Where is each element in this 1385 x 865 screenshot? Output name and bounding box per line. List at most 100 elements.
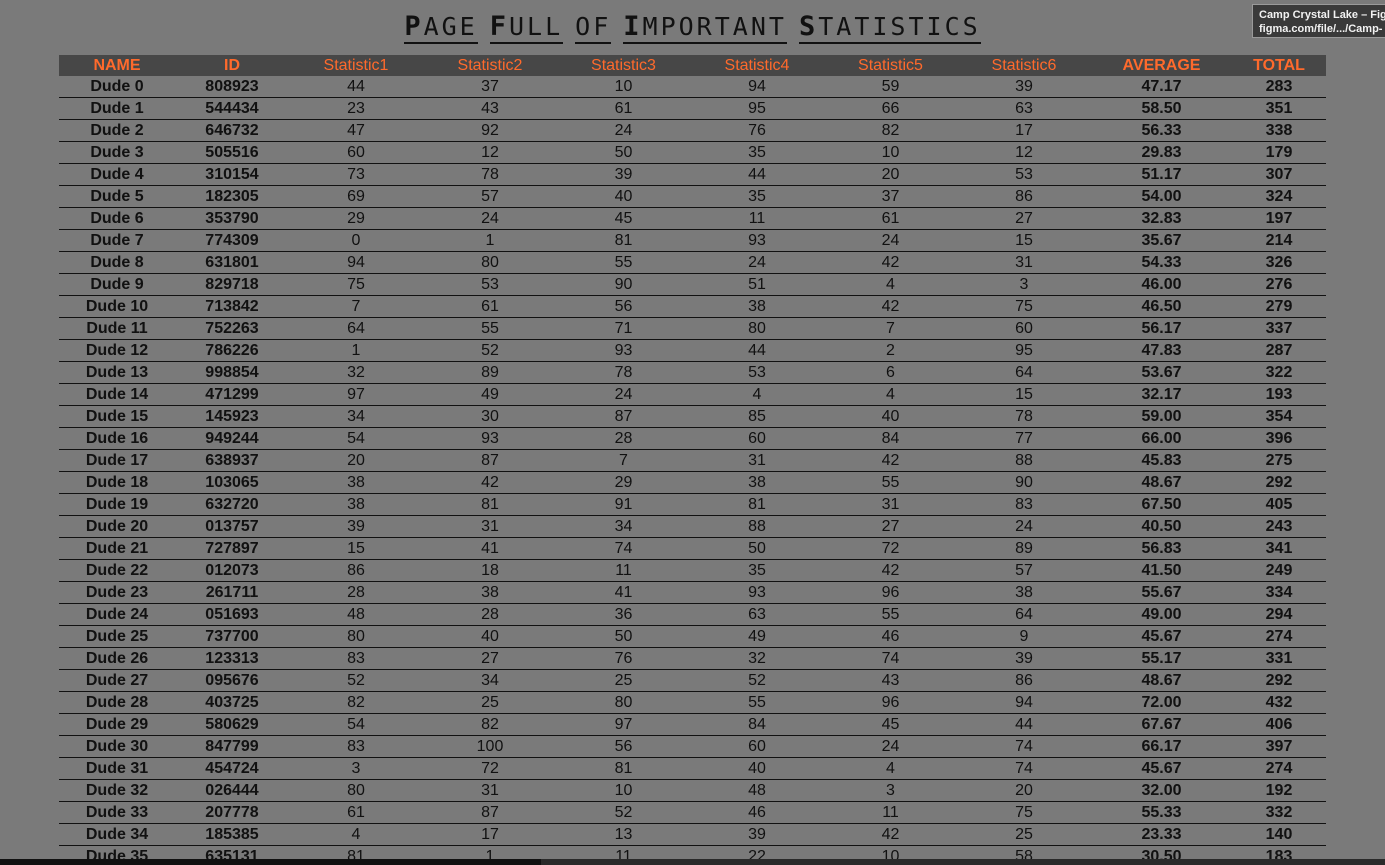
cell-statistic2: 43 [423,97,557,120]
table-row: Dude 26 123313 83 27 76 32 74 39 55.17 331 [59,647,1326,670]
cell-id: 123313 [175,647,289,670]
cell-average: 45.67 [1091,625,1232,648]
cell-statistic4: 63 [690,603,824,626]
cell-statistic6: 64 [957,603,1091,626]
cell-statistic2: 52 [423,339,557,362]
table-row: Dude 27 095676 52 34 25 52 43 86 48.67 292 [59,669,1326,692]
cell-id: 774309 [175,229,289,252]
cell-statistic2: 87 [423,449,557,472]
cell-statistic2: 81 [423,493,557,516]
cell-statistic3: 93 [557,339,690,362]
cell-statistic4: 35 [690,559,824,582]
cell-statistic3: 45 [557,207,690,230]
cell-statistic5: 4 [824,383,957,406]
table-row: Dude 21 727897 15 41 74 50 72 89 56.83 341 [59,537,1326,560]
cell-statistic6: 74 [957,757,1091,780]
cell-statistic1: 1 [289,339,423,362]
cell-average: 53.67 [1091,361,1232,384]
cell-average: 47.17 [1091,76,1232,98]
cell-statistic2: 40 [423,625,557,648]
cell-statistic3: 36 [557,603,690,626]
cell-statistic6: 53 [957,163,1091,186]
cell-statistic1: 86 [289,559,423,582]
statistics-page: PAGE FULL OF IMPORTANT STATISTICS NAME ID Stat… [0,0,1385,865]
cell-id: 737700 [175,625,289,648]
cell-name: Dude 10 [59,295,175,318]
cell-total: 292 [1232,669,1326,692]
cell-id: 353790 [175,207,289,230]
cell-statistic1: 20 [289,449,423,472]
cell-total: 322 [1232,361,1326,384]
cell-name: Dude 23 [59,581,175,604]
cell-id: 261711 [175,581,289,604]
cell-statistic5: 66 [824,97,957,120]
cell-statistic5: 55 [824,471,957,494]
cell-statistic3: 11 [557,559,690,582]
cell-statistic5: 24 [824,229,957,252]
cell-statistic6: 44 [957,713,1091,736]
scrollbar-thumb[interactable] [0,859,541,865]
cell-name: Dude 20 [59,515,175,538]
cell-id: 505516 [175,141,289,164]
cell-statistic2: 87 [423,801,557,824]
cell-statistic5: 42 [824,449,957,472]
cell-statistic5: 74 [824,647,957,670]
cell-statistic3: 24 [557,119,690,142]
cell-average: 23.33 [1091,823,1232,846]
title-word-initial: P [404,11,424,42]
table-row: Dude 6 353790 29 24 45 11 61 27 32.83 197 [59,207,1326,230]
cell-name: Dude 15 [59,405,175,428]
cell-statistic1: 23 [289,97,423,120]
table-row: Dude 16 949244 54 93 28 60 84 77 66.00 396 [59,427,1326,450]
cell-statistic1: 38 [289,471,423,494]
cell-total: 405 [1232,493,1326,516]
title-word: FULL [489,13,564,44]
cell-total: 243 [1232,515,1326,538]
cell-statistic3: 28 [557,427,690,450]
cell-id: 471299 [175,383,289,406]
cell-statistic4: 32 [690,647,824,670]
title-word-rest: OF [575,12,612,41]
cell-statistic5: 84 [824,427,957,450]
cell-statistic6: 90 [957,471,1091,494]
cell-average: 29.83 [1091,141,1232,164]
cell-statistic3: 25 [557,669,690,692]
cell-total: 338 [1232,119,1326,142]
cell-statistic4: 11 [690,207,824,230]
cell-statistic3: 74 [557,537,690,560]
cell-statistic1: 44 [289,76,423,98]
cell-id: 544434 [175,97,289,120]
cell-total: 274 [1232,625,1326,648]
cell-statistic6: 86 [957,185,1091,208]
cell-name: Dude 7 [59,229,175,252]
cell-statistic3: 76 [557,647,690,670]
cell-id: 095676 [175,669,289,692]
table-row: Dude 19 632720 38 81 91 81 31 83 67.50 405 [59,493,1326,516]
cell-statistic2: 49 [423,383,557,406]
cell-statistic6: 15 [957,383,1091,406]
cell-total: 275 [1232,449,1326,472]
cell-statistic4: 40 [690,757,824,780]
cell-statistic3: 81 [557,229,690,252]
cell-statistic5: 20 [824,163,957,186]
cell-statistic6: 24 [957,515,1091,538]
cell-average: 40.50 [1091,515,1232,538]
cell-total: 276 [1232,273,1326,296]
cell-average: 55.67 [1091,581,1232,604]
cell-statistic2: 28 [423,603,557,626]
cell-average: 59.00 [1091,405,1232,428]
cell-average: 48.67 [1091,669,1232,692]
horizontal-scrollbar[interactable] [0,859,1385,865]
cell-id: 998854 [175,361,289,384]
cell-name: Dude 24 [59,603,175,626]
cell-total: 197 [1232,207,1326,230]
cell-total: 214 [1232,229,1326,252]
table-header-row: NAME ID Statistic1 Statistic2 Statistic3 Stat… [59,55,1326,76]
cell-statistic1: 54 [289,713,423,736]
cell-statistic5: 37 [824,185,957,208]
title-word: STATISTICS [798,13,981,44]
cell-id: 829718 [175,273,289,296]
cell-statistic3: 80 [557,691,690,714]
cell-name: Dude 16 [59,427,175,450]
table-row: Dude 20 013757 39 31 34 88 27 24 40.50 243 [59,515,1326,538]
